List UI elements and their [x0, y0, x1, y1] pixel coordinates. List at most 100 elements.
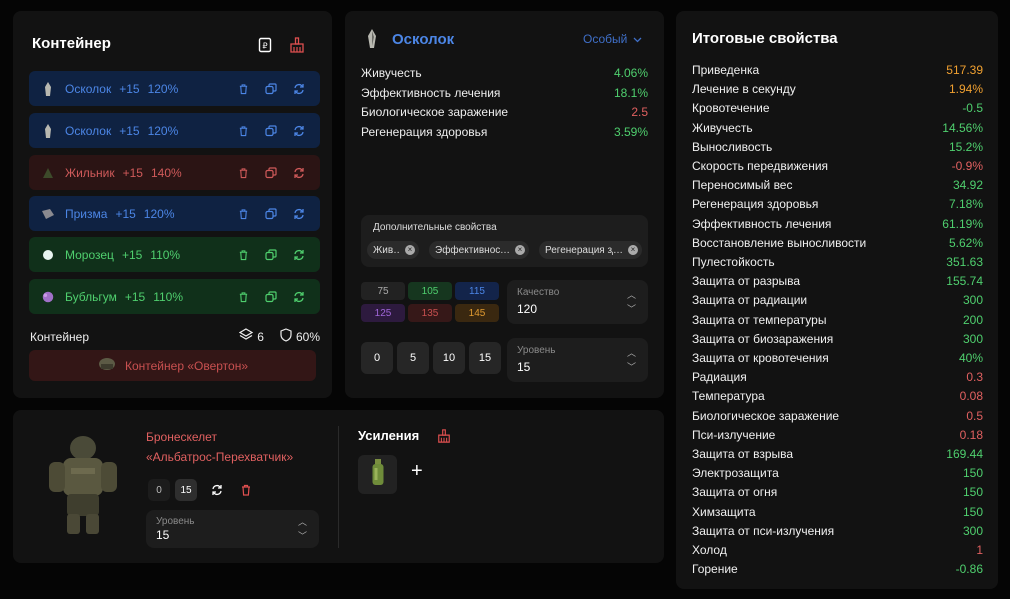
- armor-image-icon: [41, 432, 125, 541]
- total-row: Температура 0.08: [692, 389, 983, 403]
- artifact-row[interactable]: Осколок +15 120%: [29, 71, 320, 106]
- quality-105-button[interactable]: 105: [408, 282, 452, 300]
- level-0-button[interactable]: 0: [361, 342, 393, 374]
- chip-healing[interactable]: Эффективность лечения…×: [429, 241, 529, 259]
- trash-icon[interactable]: [236, 248, 250, 262]
- total-label: Защита от радиации: [692, 293, 808, 308]
- copy-icon[interactable]: [264, 166, 278, 180]
- boost-slot[interactable]: [358, 455, 397, 494]
- copy-icon[interactable]: [264, 82, 278, 96]
- clear-broom-icon[interactable]: [437, 429, 451, 448]
- chip-label: Эффективность лечения: [435, 244, 500, 256]
- stat-value: 18.1%: [613, 85, 648, 100]
- sync-icon[interactable]: [292, 248, 306, 262]
- total-row: Горение -0.86: [692, 562, 983, 576]
- armor-name-line2: «Альбатрос-Перехватчик»: [146, 450, 294, 464]
- total-row: Защита от радиации 300: [692, 293, 983, 307]
- container-helmet-icon: [97, 356, 117, 375]
- frost-icon: [41, 247, 55, 263]
- total-row: Выносливость 15.2%: [692, 140, 983, 154]
- armor-panel: Бронескелет «Альбатрос-Перехватчик» 0 15…: [13, 410, 664, 563]
- total-row: Радиация 0.3: [692, 370, 983, 384]
- chip-label: Регенерация здоровья: [545, 244, 613, 256]
- level-5-button[interactable]: 5: [397, 342, 429, 374]
- rarity-dropdown[interactable]: Особый: [583, 32, 642, 46]
- total-label: Переносимый вес: [692, 178, 793, 193]
- trash-icon[interactable]: [236, 207, 250, 221]
- total-value: 61.19%: [942, 216, 983, 231]
- total-value: 1.94%: [948, 82, 983, 97]
- totals-panel: Итоговые свойства Приведенка 517.39 Лечени…: [676, 11, 998, 589]
- document-icon[interactable]: ₽: [257, 37, 273, 53]
- quality-145-button[interactable]: 145: [455, 304, 499, 322]
- quality-value: 120: [517, 302, 538, 316]
- trash-icon[interactable]: [236, 166, 250, 180]
- total-value: 150: [962, 466, 983, 481]
- artifact-percent: 120%: [147, 123, 179, 138]
- shard-icon: [364, 28, 380, 55]
- sync-icon[interactable]: [292, 82, 306, 96]
- quality-125-button[interactable]: 125: [361, 304, 405, 322]
- copy-icon[interactable]: [264, 290, 278, 304]
- level-select[interactable]: Уровень 15 ︿ ﹀: [507, 338, 648, 382]
- total-row: Скорость передвижения -0.9%: [692, 159, 983, 173]
- totals-title: Итоговые свойства: [692, 30, 838, 47]
- total-row: Защита от температуры 200: [692, 313, 983, 327]
- chip-remove-icon[interactable]: ×: [405, 245, 415, 255]
- quality-select[interactable]: Качество 120 ︿ ﹀: [507, 280, 648, 324]
- total-value: 0.08: [959, 389, 983, 404]
- add-boost-button[interactable]: +: [411, 460, 423, 483]
- artifact-row[interactable]: Бубльгум +15 110%: [29, 279, 320, 314]
- chip-remove-icon[interactable]: ×: [515, 245, 525, 255]
- clear-broom-icon[interactable]: [289, 37, 305, 53]
- quality-75-button[interactable]: 75: [361, 282, 405, 300]
- total-value: 34.92: [952, 178, 983, 193]
- artifact-name: Жильник: [65, 165, 115, 180]
- armor-level-0-button[interactable]: 0: [148, 479, 170, 501]
- total-value: -0.86: [955, 562, 983, 577]
- container-select-button[interactable]: Контейнер «Овертон»: [29, 350, 316, 381]
- sync-icon[interactable]: [292, 207, 306, 221]
- container-footer-label: Контейнер: [30, 329, 90, 344]
- total-label: Приведенка: [692, 63, 760, 77]
- artifact-row[interactable]: Морозец +15 110%: [29, 237, 320, 272]
- copy-icon[interactable]: [264, 248, 278, 262]
- artifact-row[interactable]: Призма +15 120%: [29, 196, 320, 231]
- updown-arrows-icon: ︿ ﹀: [297, 517, 307, 541]
- sync-icon[interactable]: [292, 290, 306, 304]
- copy-icon[interactable]: [264, 207, 278, 221]
- trash-icon[interactable]: [236, 290, 250, 304]
- chip-vitality[interactable]: Живучесть…×: [367, 241, 419, 259]
- total-row: Пулестойкость 351.63: [692, 255, 983, 269]
- sync-icon[interactable]: [292, 166, 306, 180]
- artifact-row[interactable]: Осколок +15 120%: [29, 113, 320, 148]
- trash-icon[interactable]: [236, 82, 250, 96]
- shield-icon: [280, 328, 292, 345]
- chip-regeneration[interactable]: Регенерация здоровья…×: [539, 241, 642, 259]
- artifact-row[interactable]: Жильник +15 140%: [29, 155, 320, 190]
- quality-115-button[interactable]: 115: [455, 282, 499, 300]
- total-value: 0.18: [959, 427, 983, 442]
- trash-icon[interactable]: [235, 479, 257, 501]
- level-15-button[interactable]: 15: [469, 342, 501, 374]
- total-label: Пулестойкость: [692, 255, 775, 269]
- total-value: 200: [962, 312, 983, 327]
- copy-icon[interactable]: [264, 124, 278, 138]
- sync-icon[interactable]: [206, 479, 228, 501]
- total-label: Защита от кровотечения: [692, 351, 829, 365]
- armor-level-15-button[interactable]: 15: [175, 479, 197, 501]
- armor-level-select[interactable]: Уровень 15 ︿ ﹀: [146, 510, 319, 548]
- total-value: 14.56%: [942, 120, 983, 135]
- total-row: Биологическое заражение 0.5: [692, 409, 983, 423]
- total-row: Холод 1: [692, 543, 983, 557]
- armor-level-label: Уровень: [156, 516, 195, 527]
- chip-remove-icon[interactable]: ×: [628, 245, 638, 255]
- total-label: Восстановление выносливости: [692, 235, 867, 250]
- sync-icon[interactable]: [292, 124, 306, 138]
- total-value: 0.3: [966, 370, 983, 385]
- trash-icon[interactable]: [236, 124, 250, 138]
- level-10-button[interactable]: 10: [433, 342, 465, 374]
- total-value: 40%: [958, 351, 983, 365]
- total-row: Лечение в секунду 1.94%: [692, 82, 983, 96]
- quality-135-button[interactable]: 135: [408, 304, 452, 322]
